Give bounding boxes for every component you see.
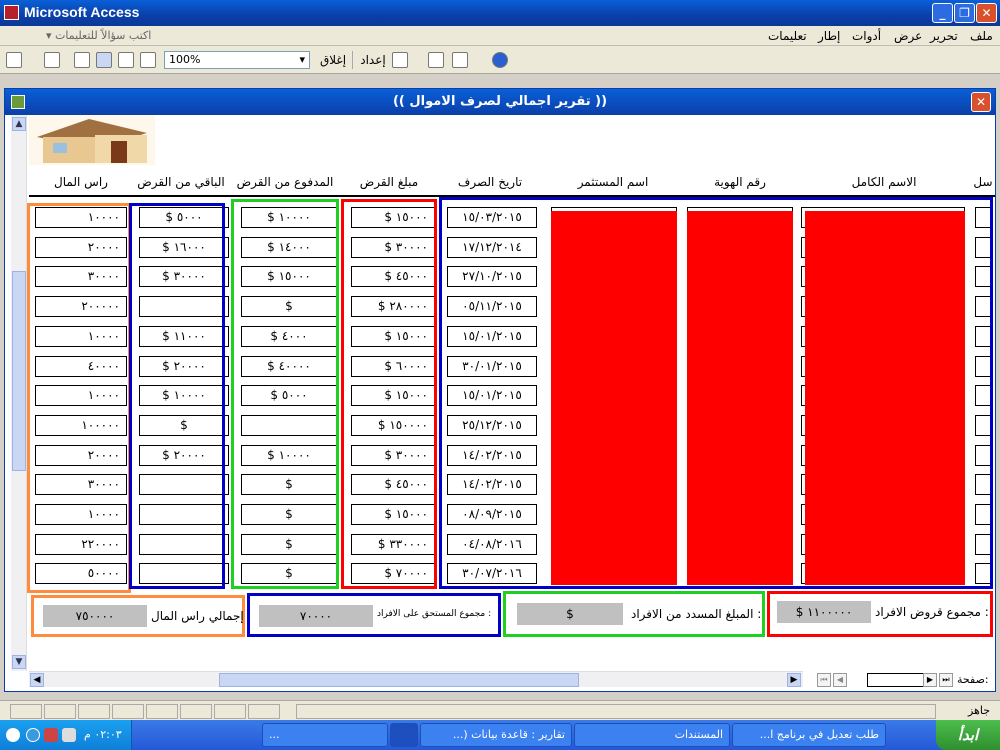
- header-remaining: الباقي من القرض: [137, 175, 225, 189]
- status-panel: [112, 704, 144, 719]
- report-window: (( تقرير اجمالي لصرف الاموال )) ✕ ▲ ▼ را…: [4, 88, 996, 692]
- task-button-blank[interactable]: ...: [262, 723, 388, 747]
- system-tray: ٠٢:٠٣ م: [0, 720, 132, 750]
- header-loan: مبلغ القرض: [359, 175, 419, 189]
- report-title-bar: (( تقرير اجمالي لصرف الاموال )) ✕: [5, 89, 995, 115]
- status-panel: [248, 704, 280, 719]
- total-capital-label: إجمالي راس المال: [151, 609, 244, 623]
- word-export-icon[interactable]: [392, 52, 408, 68]
- database-window-icon[interactable]: [428, 52, 444, 68]
- status-bar: جاهز: [0, 700, 1000, 720]
- last-page-button[interactable]: ⏮: [817, 673, 831, 687]
- menu-file[interactable]: ملف: [970, 29, 993, 43]
- horizontal-scrollbar[interactable]: ◀ ▶: [29, 671, 803, 687]
- scroll-left-arrow[interactable]: ◀: [30, 673, 44, 687]
- new-object-icon[interactable]: [452, 52, 468, 68]
- horizontal-scroll-thumb[interactable]: [219, 673, 579, 687]
- menu-window[interactable]: إطار: [818, 29, 840, 43]
- header-paid: المدفوع من القرض: [236, 175, 334, 189]
- status-panel: [146, 704, 178, 719]
- highlight-loan-column: [341, 199, 437, 589]
- header-seq: سل: [973, 175, 993, 189]
- multiple-pages-icon[interactable]: [140, 52, 156, 68]
- volume-icon[interactable]: [62, 728, 76, 742]
- zoom-icon[interactable]: [74, 52, 90, 68]
- total-loans-value: $ ١١٠٠٠٠٠: [777, 601, 871, 623]
- status-panel: [10, 704, 42, 719]
- status-message-panel: [296, 704, 936, 719]
- scroll-down-arrow[interactable]: ▼: [12, 655, 26, 669]
- network-icon[interactable]: [44, 728, 58, 742]
- task-button-documents[interactable]: المستندات: [574, 723, 730, 747]
- app-title: Microsoft Access: [24, 4, 140, 20]
- restore-button[interactable]: ❐: [954, 3, 975, 23]
- zoom-select[interactable]: 100% ▾: [164, 51, 310, 69]
- next-page-button[interactable]: ◀: [833, 673, 847, 687]
- menu-view[interactable]: عرض: [894, 29, 922, 43]
- start-button[interactable]: ابدأ: [936, 720, 1000, 750]
- menu-tools[interactable]: أدوات: [852, 29, 881, 43]
- help-search-box[interactable]: ▾ اكتب سؤالاً للتعليمات: [46, 29, 151, 42]
- vertical-scroll-thumb[interactable]: [12, 271, 26, 471]
- highlight-paid-column: [231, 199, 339, 589]
- highlight-capital-column: [27, 203, 131, 593]
- page-setup-button[interactable]: إعداد: [356, 50, 390, 70]
- status-panel: [78, 704, 110, 719]
- title-bar: Microsoft Access _ ❐ ✕: [0, 0, 1000, 26]
- total-due-label: مجموع المستحق على الافراد :: [377, 609, 492, 619]
- menu-edit[interactable]: تحرير: [930, 29, 958, 43]
- highlight-personal-columns: [439, 197, 993, 589]
- help-placeholder: اكتب سؤالاً للتعليمات: [55, 29, 152, 42]
- scroll-up-arrow[interactable]: ▲: [12, 117, 26, 131]
- one-page-icon[interactable]: [96, 52, 112, 68]
- access-app-icon[interactable]: [4, 5, 19, 20]
- task-button-reports[interactable]: تقارير : قاعدة بيانات (...: [420, 723, 572, 747]
- vertical-scrollbar[interactable]: ▲ ▼: [11, 115, 27, 671]
- status-text: جاهز: [967, 704, 990, 717]
- clock: ٠٢:٠٣ م: [84, 728, 122, 741]
- header-full-name: الاسم الكامل: [851, 175, 917, 189]
- minimize-button[interactable]: _: [932, 3, 953, 23]
- toolbar-separator: [352, 51, 353, 69]
- task-button-browser[interactable]: طلب تعديل في برنامج ا...: [732, 723, 886, 747]
- total-paid-value: $: [517, 603, 623, 625]
- taskbar: ٠٢:٠٣ م ... تقارير : قاعدة بيانات (... ا…: [0, 720, 1000, 750]
- two-pages-icon[interactable]: [118, 52, 134, 68]
- total-paid-label: المبلغ المسدد من الافراد :: [631, 607, 762, 621]
- status-panel: [180, 704, 212, 719]
- header-date: تاريخ الصرف: [457, 175, 523, 189]
- header-investor: اسم المستثمر: [577, 175, 649, 189]
- house-logo: [29, 115, 155, 165]
- report-icon[interactable]: [11, 95, 25, 109]
- previous-page-button[interactable]: ▶: [923, 673, 937, 687]
- close-button[interactable]: ✕: [976, 3, 997, 23]
- zoom-value: 100%: [169, 53, 201, 66]
- scroll-right-arrow[interactable]: ▶: [787, 673, 801, 687]
- total-due-value: ٧٠٠٠٠: [259, 605, 373, 627]
- total-loans-label: مجموع قروض الافراد :: [875, 605, 989, 619]
- close-preview-button[interactable]: إغلاق: [316, 50, 350, 70]
- first-page-button[interactable]: ⏭: [939, 673, 953, 687]
- design-view-icon[interactable]: [6, 52, 22, 68]
- report-body: ▲ ▼ راس المال الباقي من القرض المدفوع من…: [5, 115, 995, 691]
- page-label: صفحة:: [957, 673, 989, 686]
- total-capital-value: ٧٥٠٠٠٠: [43, 605, 147, 627]
- menu-help[interactable]: تعليمات: [768, 29, 807, 43]
- report-close-button[interactable]: ✕: [971, 92, 991, 112]
- language-icon[interactable]: [6, 728, 20, 742]
- info-icon[interactable]: [26, 728, 40, 742]
- help-icon[interactable]: [492, 52, 508, 68]
- menu-bar: ▾ اكتب سؤالاً للتعليمات ملف تحرير عرض أد…: [0, 26, 1000, 46]
- highlight-remaining-column: [129, 203, 225, 589]
- header-id-number: رقم الهوية: [714, 175, 766, 189]
- task-button-access[interactable]: [390, 723, 418, 747]
- print-preview-toolbar: 100% ▾ إغلاق إعداد: [0, 46, 1000, 74]
- report-title: (( تقرير اجمالي لصرف الاموال )): [392, 94, 608, 109]
- status-panel: [44, 704, 76, 719]
- status-panel: [214, 704, 246, 719]
- header-capital: راس المال: [54, 175, 108, 189]
- print-icon[interactable]: [44, 52, 60, 68]
